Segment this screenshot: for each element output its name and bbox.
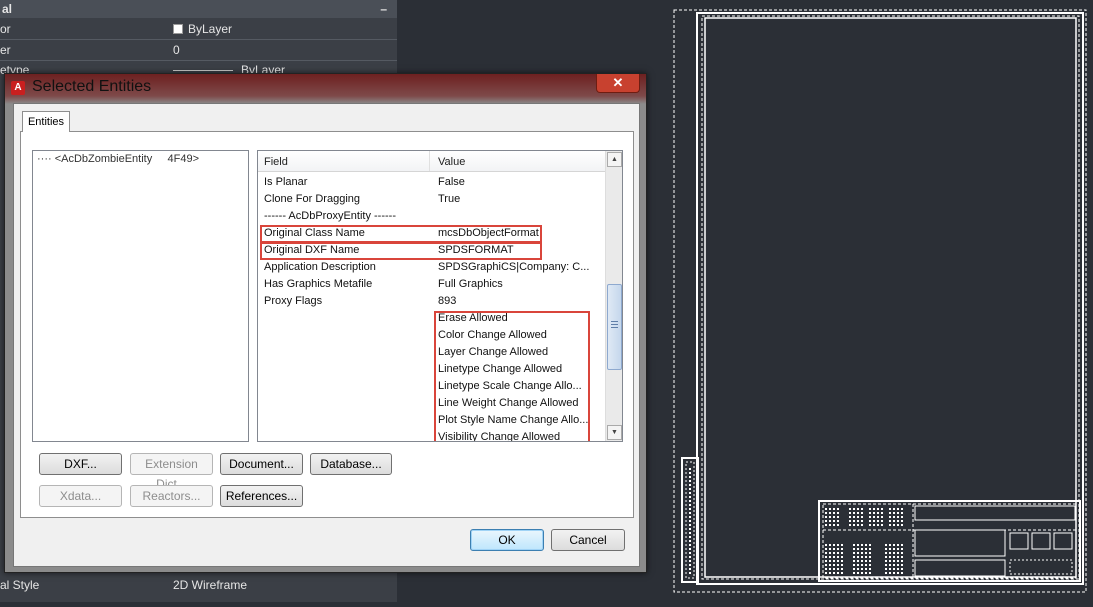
property-value[interactable]: 0 (173, 40, 180, 60)
layer-row[interactable]: er 0 (0, 40, 397, 60)
database-button[interactable]: Database... (310, 453, 392, 475)
field-cell: ------ AcDbProxyEntity ------ (264, 210, 396, 222)
highlight-class-dxf-box-1 (260, 225, 542, 243)
value-cell: True (438, 193, 461, 205)
field-cell: Clone For Dragging (264, 193, 360, 205)
value-cell: 893 (438, 295, 457, 307)
collapse-icon[interactable]: – (378, 0, 387, 18)
ok-button[interactable]: OK (470, 529, 544, 551)
document-button[interactable]: Document... (220, 453, 303, 475)
field-cell: Has Graphics Metafile (264, 278, 373, 290)
xdata-button[interactable]: Xdata... (39, 485, 122, 507)
dialog-client-area: Entities ···· <AcDbZombieEntity 4F49> Fi… (13, 103, 640, 567)
references-button[interactable]: References... (220, 485, 303, 507)
color-swatch-icon (173, 24, 183, 34)
autocad-logo-icon: A (11, 81, 25, 95)
entity-tree[interactable]: ···· <AcDbZombieEntity 4F49> (32, 150, 249, 442)
vertical-scrollbar[interactable]: ▲ ▼ (605, 151, 622, 441)
section-title: al (2, 2, 13, 16)
column-header-field[interactable]: Field (264, 151, 288, 171)
highlight-class-dxf-box-2 (260, 242, 542, 260)
property-label: er (0, 43, 11, 57)
extension-dict-button[interactable]: Extension Dict... (130, 453, 213, 491)
linetype-preview-icon (173, 70, 233, 71)
field-cell: Application Description (264, 261, 376, 273)
property-value[interactable]: ByLayer (173, 19, 232, 39)
value-cell: SPDSGraphiCS|Company: C... (438, 261, 590, 273)
table-row[interactable]: ------ AcDbProxyEntity ------ (258, 208, 608, 225)
dialog-titlebar[interactable]: A Selected Entities ✕ (5, 74, 646, 102)
table-row[interactable]: Application Description SPDSGraphiCS|Comp… (258, 259, 608, 276)
value-cell: Full Graphics (438, 278, 503, 290)
dxf-button[interactable]: DXF... (39, 453, 122, 475)
color-row[interactable]: or ByLayer (0, 19, 397, 39)
property-label: al Style (0, 578, 40, 592)
property-value[interactable]: 2D Wireframe (173, 575, 247, 595)
general-section-header[interactable]: al – (0, 0, 397, 18)
value-cell: False (438, 176, 465, 188)
column-header-value[interactable]: Value (438, 151, 465, 171)
table-row[interactable]: Clone For Dragging True (258, 191, 608, 208)
scroll-thumb[interactable] (607, 284, 622, 370)
table-row[interactable]: Has Graphics Metafile Full Graphics (258, 276, 608, 293)
table-row[interactable]: Proxy Flags 893 (258, 293, 608, 310)
property-label: or (0, 22, 11, 36)
scroll-up-icon[interactable]: ▲ (607, 152, 622, 167)
properties-grid[interactable]: Field Value Is Planar False Clone For Drag… (257, 150, 623, 442)
tab-entities[interactable]: Entities (22, 111, 70, 132)
tree-item-zombie-entity[interactable]: ···· <AcDbZombieEntity 4F49> (37, 153, 199, 165)
color-value: ByLayer (188, 22, 233, 36)
grid-header: Field Value (258, 151, 608, 172)
dialog-title: Selected Entities (32, 78, 152, 95)
selected-entities-dialog: A Selected Entities ✕ Entities ···· <AcD… (4, 73, 647, 573)
table-row[interactable]: Is Planar False (258, 174, 608, 191)
highlight-proxy-flags-box (434, 311, 590, 441)
entities-tab-panel: ···· <AcDbZombieEntity 4F49> Field Value… (20, 131, 634, 518)
visual-style-row[interactable]: al Style 2D Wireframe (0, 575, 397, 595)
field-cell: Proxy Flags (264, 295, 323, 307)
close-button[interactable]: ✕ (596, 74, 640, 93)
reactors-button[interactable]: Reactors... (130, 485, 213, 507)
scroll-down-icon[interactable]: ▼ (607, 425, 622, 440)
cancel-button[interactable]: Cancel (551, 529, 625, 551)
field-cell: Is Planar (264, 176, 308, 188)
